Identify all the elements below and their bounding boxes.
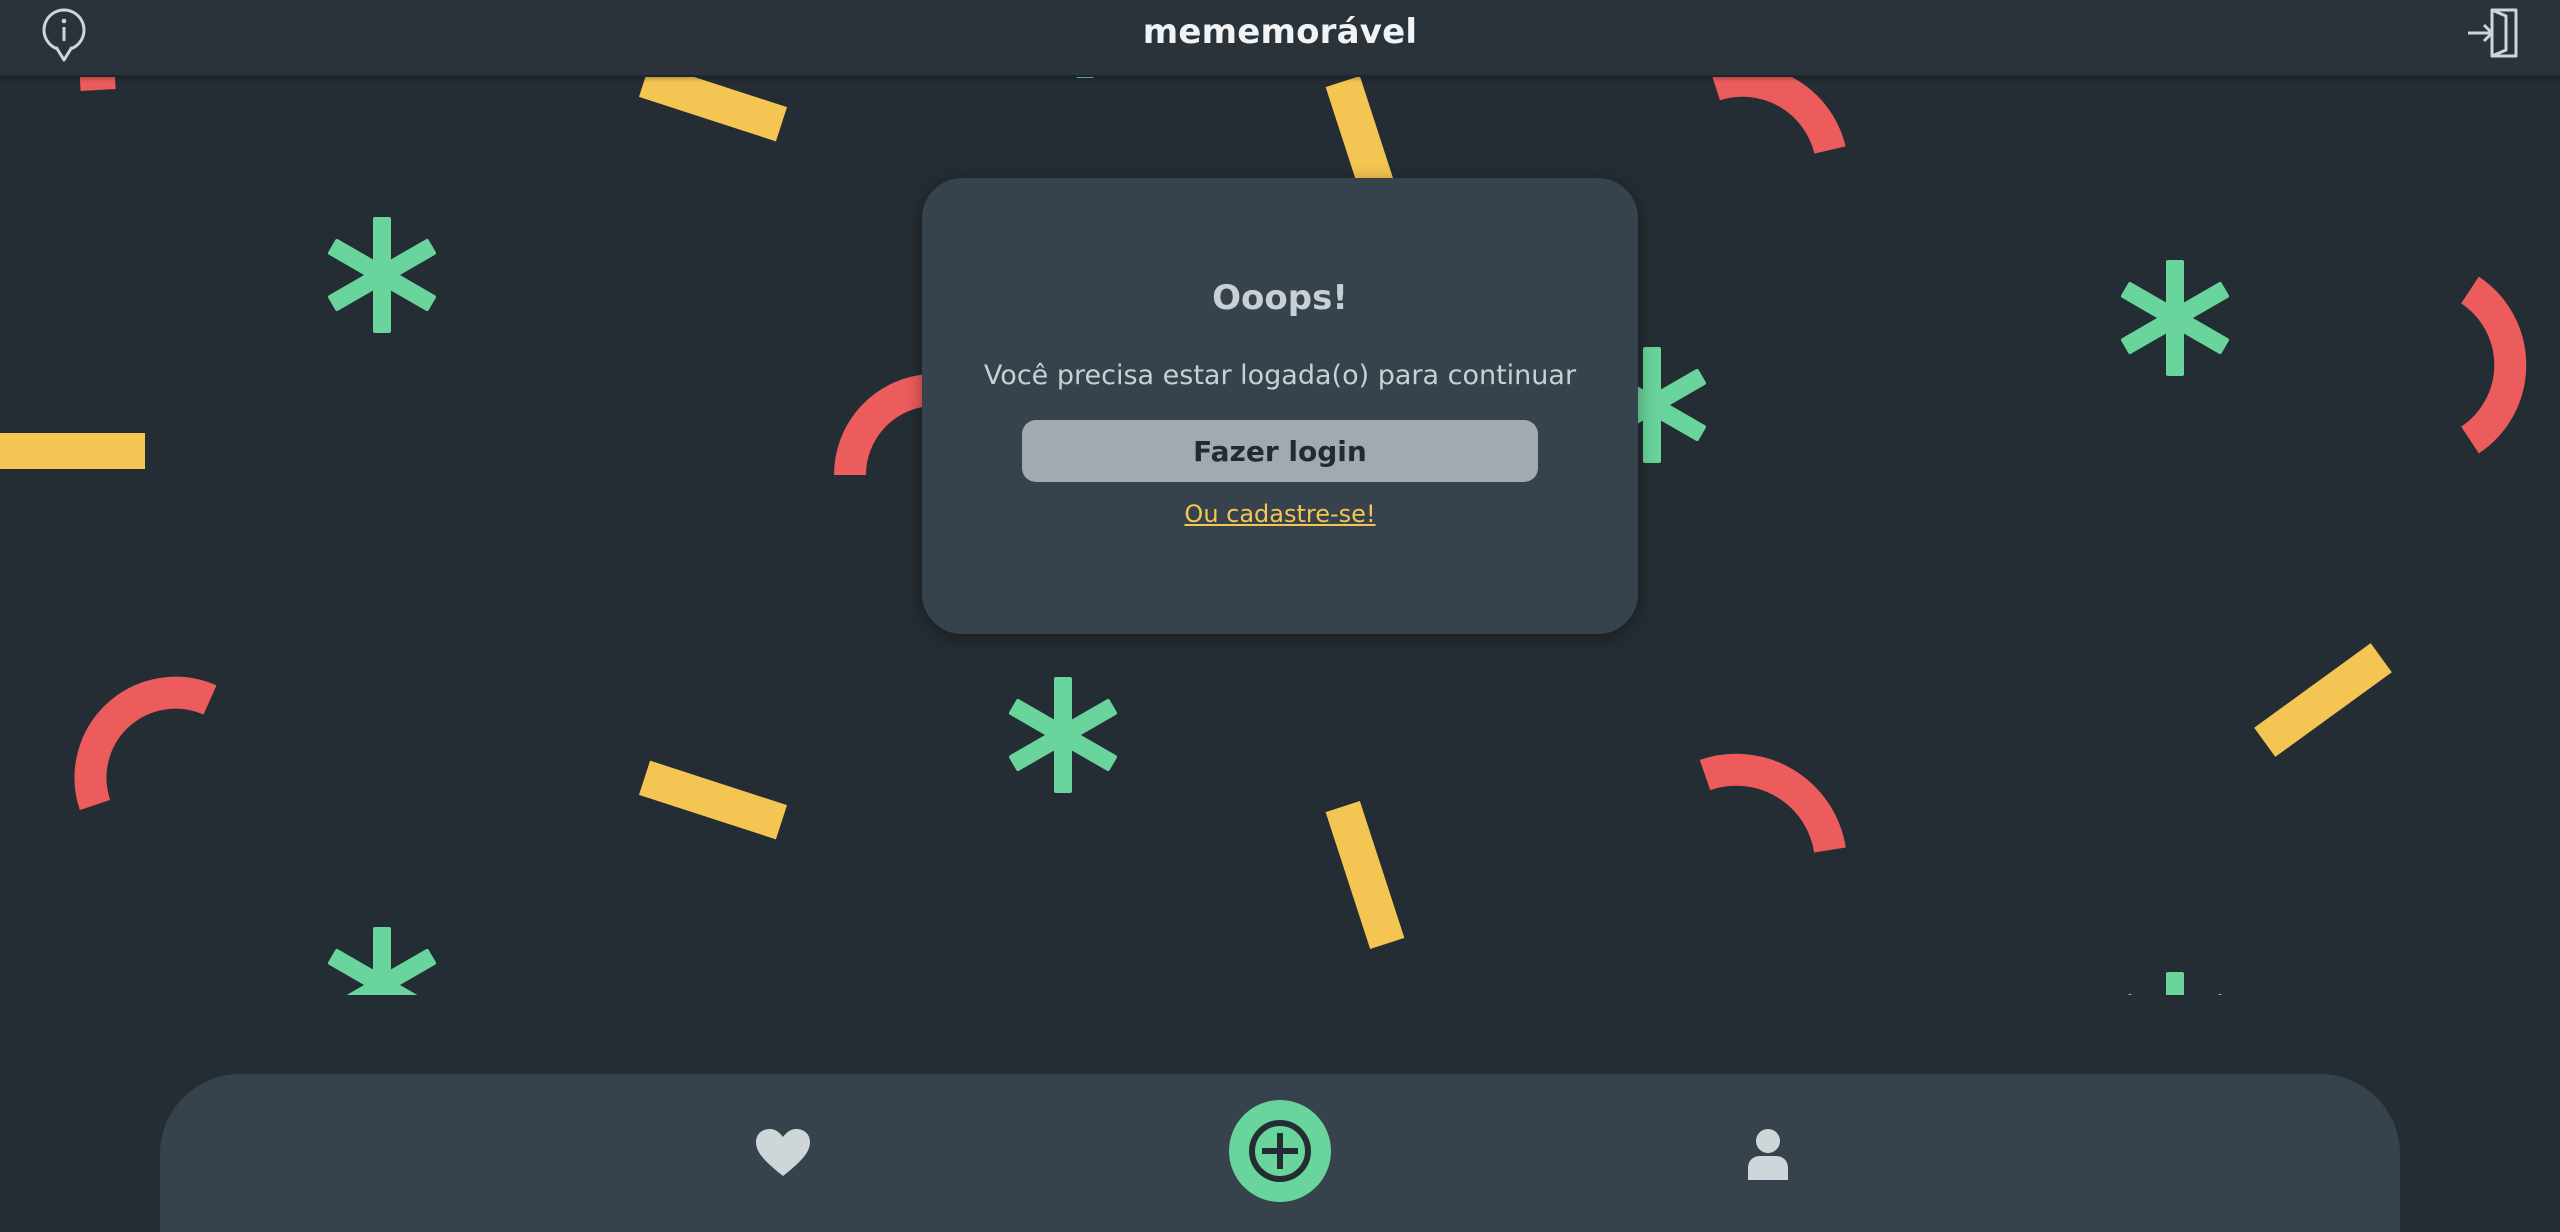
deco-red-arc [1699, 753, 1846, 853]
signup-link[interactable]: Ou cadastre-se! [922, 500, 1638, 528]
deco-red-arc [833, 374, 932, 476]
heart-icon [756, 1129, 810, 1176]
deco-green-star [2120, 260, 2230, 376]
deco-green-star [1008, 677, 1118, 793]
deco-red-arc [1710, 64, 1846, 155]
nav-profile-button[interactable] [1746, 1128, 1790, 1182]
deco-green-star [327, 927, 437, 995]
top-bar: mememorável [0, 0, 2560, 77]
deco-yellow-bar [1325, 800, 1405, 950]
login-button[interactable] [2462, 4, 2524, 62]
bottom-navigation [160, 1074, 2400, 1232]
deco-green-star [2120, 972, 2230, 995]
login-required-modal: Ooops! Você precisa estar logada(o) para… [922, 178, 1638, 634]
deco-red-arc [79, 67, 116, 91]
deco-green-star [327, 217, 437, 333]
app-title: mememorável [1142, 12, 1418, 52]
login-icon [2468, 8, 2518, 58]
plus-icon [1249, 1120, 1311, 1182]
modal-title: Ooops! [1212, 278, 1348, 318]
nav-add-button[interactable] [1229, 1100, 1331, 1202]
do-login-button[interactable]: Fazer login [1022, 420, 1538, 482]
user-icon [1748, 1129, 1788, 1180]
deco-red-arc [74, 676, 217, 811]
nav-favorites-button[interactable] [754, 1128, 812, 1178]
deco-yellow-bar [638, 760, 788, 840]
app-root: mememorável Ooops! Você precisa estar lo… [0, 0, 2560, 1232]
deco-red-arc [2460, 276, 2527, 454]
modal-message: Você precisa estar logada(o) para contin… [983, 360, 1577, 391]
deco-yellow-bar [2254, 643, 2392, 757]
deco-yellow-bar [0, 433, 145, 469]
